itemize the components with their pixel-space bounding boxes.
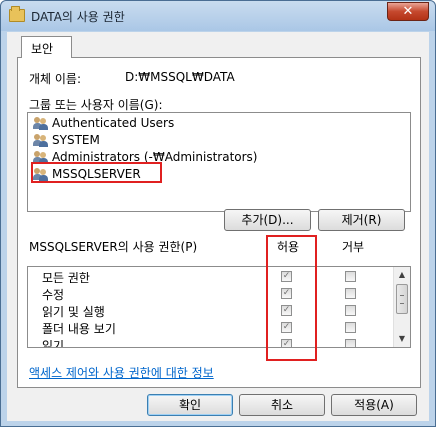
permissions-list[interactable]: 모든 권한 ✓ 수정 ✓ 읽기 및 실행 ✓ 폴더 내용 보기 ✓ 읽기 ✓ ▲… [27,266,411,348]
user-group-icon [33,133,49,147]
permission-name: 읽기 [42,339,65,348]
permission-name: 읽기 및 실행 [42,305,105,319]
permission-name: 수정 [42,288,65,302]
folder-icon [9,6,25,22]
object-name-value: D:₩MSSQL₩DATA [125,70,235,84]
permission-row-modify: 수정 ✓ [28,285,394,302]
highlight-box-allow-column [266,235,317,361]
tab-security[interactable]: 보안 [21,36,72,58]
list-item[interactable]: SYSTEM [33,132,100,148]
object-name-label: 개체 이름: [29,72,82,86]
group-user-names-label: 그룹 또는 사용자 이름(G): [29,98,163,112]
permission-row-read-execute: 읽기 및 실행 ✓ [28,302,394,319]
window-title: DATA의 사용 권한 [31,10,125,24]
title-bar[interactable]: DATA의 사용 권한 ✕ [1,1,435,31]
deny-checkbox[interactable] [345,339,356,347]
deny-checkbox[interactable] [345,288,356,299]
scroll-down-arrow-icon[interactable]: ▼ [394,331,410,347]
add-button[interactable]: 추가(D)... [224,209,311,231]
access-control-info-link[interactable]: 액세스 제어와 사용 권한에 대한 정보 [29,364,214,381]
deny-checkbox[interactable] [345,322,356,333]
permission-name: 폴더 내용 보기 [42,322,116,336]
deny-checkbox[interactable] [345,271,356,282]
remove-button[interactable]: 제거(R) [318,209,405,231]
permissions-scrollbar[interactable]: ▲ ▼ [393,267,410,347]
ok-button[interactable]: 확인 [147,394,233,416]
scroll-up-arrow-icon[interactable]: ▲ [394,267,410,283]
apply-button[interactable]: 적용(A) [331,394,417,416]
permissions-dialog: DATA의 사용 권한 ✕ 보안 개체 이름: D:₩MSSQL₩DATA 그룹… [0,0,436,427]
close-button[interactable]: ✕ [387,2,429,21]
list-item-label: SYSTEM [52,133,100,147]
list-item[interactable]: Authenticated Users [33,115,174,131]
permissions-label: MSSQLSERVER의 사용 권한(P) [29,240,198,254]
permission-row-list-folder: 폴더 내용 보기 ✓ [28,319,394,336]
permission-row-full-control: 모든 권한 ✓ [28,268,394,285]
deny-column-header: 거부 [342,240,365,254]
scroll-thumb[interactable] [396,284,408,314]
permission-name: 모든 권한 [42,271,90,285]
permission-row-read: 읽기 ✓ [28,336,394,348]
highlight-box-mssqlserver [31,162,162,183]
cancel-button[interactable]: 취소 [239,394,325,416]
deny-checkbox[interactable] [345,305,356,316]
list-item-label: Authenticated Users [52,116,175,130]
dialog-body: 보안 개체 이름: D:₩MSSQL₩DATA 그룹 또는 사용자 이름(G):… [7,32,429,421]
user-group-icon [33,116,49,130]
